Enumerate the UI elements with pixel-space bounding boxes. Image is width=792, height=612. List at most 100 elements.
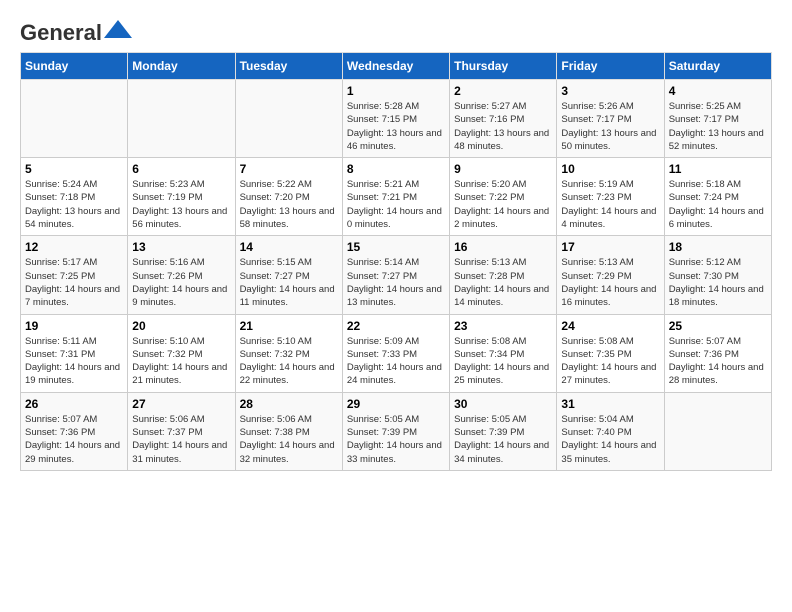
cell-line: Daylight: 13 hours and 52 minutes. bbox=[669, 127, 767, 154]
cell-line: Daylight: 14 hours and 16 minutes. bbox=[561, 283, 659, 310]
cell-line: Sunrise: 5:10 AM bbox=[132, 335, 230, 348]
cell-line: Sunrise: 5:04 AM bbox=[561, 413, 659, 426]
day-number: 7 bbox=[240, 162, 338, 176]
calendar-cell: 17Sunrise: 5:13 AMSunset: 7:29 PMDayligh… bbox=[557, 236, 664, 314]
cell-line: Daylight: 13 hours and 46 minutes. bbox=[347, 127, 445, 154]
cell-line: Sunset: 7:19 PM bbox=[132, 191, 230, 204]
calendar-cell: 22Sunrise: 5:09 AMSunset: 7:33 PMDayligh… bbox=[342, 314, 449, 392]
cell-line: Sunrise: 5:06 AM bbox=[132, 413, 230, 426]
cell-line: Daylight: 14 hours and 13 minutes. bbox=[347, 283, 445, 310]
day-number: 29 bbox=[347, 397, 445, 411]
cell-line: Sunset: 7:39 PM bbox=[454, 426, 552, 439]
cell-content: Sunrise: 5:06 AMSunset: 7:38 PMDaylight:… bbox=[240, 413, 338, 466]
cell-content: Sunrise: 5:18 AMSunset: 7:24 PMDaylight:… bbox=[669, 178, 767, 231]
cell-content: Sunrise: 5:08 AMSunset: 7:34 PMDaylight:… bbox=[454, 335, 552, 388]
cell-content: Sunrise: 5:25 AMSunset: 7:17 PMDaylight:… bbox=[669, 100, 767, 153]
cell-line: Sunset: 7:22 PM bbox=[454, 191, 552, 204]
cell-line: Sunset: 7:32 PM bbox=[240, 348, 338, 361]
cell-content: Sunrise: 5:07 AMSunset: 7:36 PMDaylight:… bbox=[25, 413, 123, 466]
calendar-cell bbox=[235, 80, 342, 158]
day-number: 9 bbox=[454, 162, 552, 176]
cell-line: Sunrise: 5:13 AM bbox=[561, 256, 659, 269]
day-header-monday: Monday bbox=[128, 53, 235, 80]
calendar-cell: 7Sunrise: 5:22 AMSunset: 7:20 PMDaylight… bbox=[235, 158, 342, 236]
week-row-2: 5Sunrise: 5:24 AMSunset: 7:18 PMDaylight… bbox=[21, 158, 772, 236]
cell-line: Daylight: 14 hours and 6 minutes. bbox=[669, 205, 767, 232]
cell-content: Sunrise: 5:17 AMSunset: 7:25 PMDaylight:… bbox=[25, 256, 123, 309]
calendar-cell bbox=[128, 80, 235, 158]
calendar-cell: 10Sunrise: 5:19 AMSunset: 7:23 PMDayligh… bbox=[557, 158, 664, 236]
cell-line: Daylight: 13 hours and 48 minutes. bbox=[454, 127, 552, 154]
cell-line: Sunset: 7:27 PM bbox=[347, 270, 445, 283]
calendar-cell: 13Sunrise: 5:16 AMSunset: 7:26 PMDayligh… bbox=[128, 236, 235, 314]
cell-line: Sunrise: 5:23 AM bbox=[132, 178, 230, 191]
cell-line: Sunrise: 5:17 AM bbox=[25, 256, 123, 269]
calendar-cell bbox=[21, 80, 128, 158]
cell-line: Daylight: 14 hours and 22 minutes. bbox=[240, 361, 338, 388]
cell-line: Daylight: 14 hours and 4 minutes. bbox=[561, 205, 659, 232]
day-number: 15 bbox=[347, 240, 445, 254]
cell-line: Daylight: 13 hours and 58 minutes. bbox=[240, 205, 338, 232]
day-number: 27 bbox=[132, 397, 230, 411]
cell-line: Daylight: 14 hours and 19 minutes. bbox=[25, 361, 123, 388]
cell-content: Sunrise: 5:05 AMSunset: 7:39 PMDaylight:… bbox=[454, 413, 552, 466]
week-row-3: 12Sunrise: 5:17 AMSunset: 7:25 PMDayligh… bbox=[21, 236, 772, 314]
cell-line: Daylight: 14 hours and 33 minutes. bbox=[347, 439, 445, 466]
calendar-cell: 9Sunrise: 5:20 AMSunset: 7:22 PMDaylight… bbox=[450, 158, 557, 236]
calendar-cell bbox=[664, 392, 771, 470]
day-number: 25 bbox=[669, 319, 767, 333]
cell-content: Sunrise: 5:23 AMSunset: 7:19 PMDaylight:… bbox=[132, 178, 230, 231]
cell-line: Sunset: 7:23 PM bbox=[561, 191, 659, 204]
week-row-4: 19Sunrise: 5:11 AMSunset: 7:31 PMDayligh… bbox=[21, 314, 772, 392]
cell-line: Daylight: 14 hours and 32 minutes. bbox=[240, 439, 338, 466]
cell-line: Sunrise: 5:21 AM bbox=[347, 178, 445, 191]
cell-content: Sunrise: 5:08 AMSunset: 7:35 PMDaylight:… bbox=[561, 335, 659, 388]
cell-content: Sunrise: 5:14 AMSunset: 7:27 PMDaylight:… bbox=[347, 256, 445, 309]
week-row-1: 1Sunrise: 5:28 AMSunset: 7:15 PMDaylight… bbox=[21, 80, 772, 158]
cell-line: Sunset: 7:38 PM bbox=[240, 426, 338, 439]
cell-line: Sunrise: 5:10 AM bbox=[240, 335, 338, 348]
day-number: 26 bbox=[25, 397, 123, 411]
day-header-tuesday: Tuesday bbox=[235, 53, 342, 80]
calendar-cell: 12Sunrise: 5:17 AMSunset: 7:25 PMDayligh… bbox=[21, 236, 128, 314]
calendar-cell: 5Sunrise: 5:24 AMSunset: 7:18 PMDaylight… bbox=[21, 158, 128, 236]
cell-line: Sunrise: 5:18 AM bbox=[669, 178, 767, 191]
cell-line: Daylight: 14 hours and 24 minutes. bbox=[347, 361, 445, 388]
cell-line: Sunrise: 5:28 AM bbox=[347, 100, 445, 113]
cell-line: Sunset: 7:33 PM bbox=[347, 348, 445, 361]
day-number: 28 bbox=[240, 397, 338, 411]
calendar-cell: 15 Sunrise: 5:14 AMSunset: 7:27 PMDayligh… bbox=[342, 236, 449, 314]
logo-general: General bbox=[20, 20, 102, 46]
cell-line: Sunrise: 5:15 AM bbox=[240, 256, 338, 269]
calendar-cell: 16 Sunrise: 5:13 AMSunset: 7:28 PMDayligh… bbox=[450, 236, 557, 314]
cell-content: Sunrise: 5:26 AMSunset: 7:17 PMDaylight:… bbox=[561, 100, 659, 153]
day-number: 20 bbox=[132, 319, 230, 333]
day-number: 19 bbox=[25, 319, 123, 333]
day-number: 23 bbox=[454, 319, 552, 333]
day-number: 6 bbox=[132, 162, 230, 176]
day-number: 24 bbox=[561, 319, 659, 333]
cell-line: Sunrise: 5:07 AM bbox=[25, 413, 123, 426]
cell-line: Sunrise: 5:13 AM bbox=[454, 256, 552, 269]
cell-line: Sunset: 7:25 PM bbox=[25, 270, 123, 283]
cell-content: Sunrise: 5:13 AMSunset: 7:28 PMDaylight:… bbox=[454, 256, 552, 309]
cell-line: Daylight: 14 hours and 29 minutes. bbox=[25, 439, 123, 466]
calendar-cell: 21Sunrise: 5:10 AMSunset: 7:32 PMDayligh… bbox=[235, 314, 342, 392]
cell-line: Sunset: 7:36 PM bbox=[669, 348, 767, 361]
cell-line: Daylight: 14 hours and 28 minutes. bbox=[669, 361, 767, 388]
calendar-cell: 11Sunrise: 5:18 AMSunset: 7:24 PMDayligh… bbox=[664, 158, 771, 236]
calendar-cell: 1Sunrise: 5:28 AMSunset: 7:15 PMDaylight… bbox=[342, 80, 449, 158]
cell-content: Sunrise: 5:21 AMSunset: 7:21 PMDaylight:… bbox=[347, 178, 445, 231]
day-number: 10 bbox=[561, 162, 659, 176]
cell-content: Sunrise: 5:27 AMSunset: 7:16 PMDaylight:… bbox=[454, 100, 552, 153]
cell-line: Daylight: 14 hours and 18 minutes. bbox=[669, 283, 767, 310]
calendar-cell: 18Sunrise: 5:12 AMSunset: 7:30 PMDayligh… bbox=[664, 236, 771, 314]
day-header-thursday: Thursday bbox=[450, 53, 557, 80]
cell-line: Sunset: 7:18 PM bbox=[25, 191, 123, 204]
day-header-wednesday: Wednesday bbox=[342, 53, 449, 80]
calendar-cell: 20Sunrise: 5:10 AMSunset: 7:32 PMDayligh… bbox=[128, 314, 235, 392]
calendar-cell: 29Sunrise: 5:05 AMSunset: 7:39 PMDayligh… bbox=[342, 392, 449, 470]
cell-line: Sunrise: 5:05 AM bbox=[454, 413, 552, 426]
calendar-cell: 6 Sunrise: 5:23 AMSunset: 7:19 PMDaylight… bbox=[128, 158, 235, 236]
day-number: 16 bbox=[454, 240, 552, 254]
